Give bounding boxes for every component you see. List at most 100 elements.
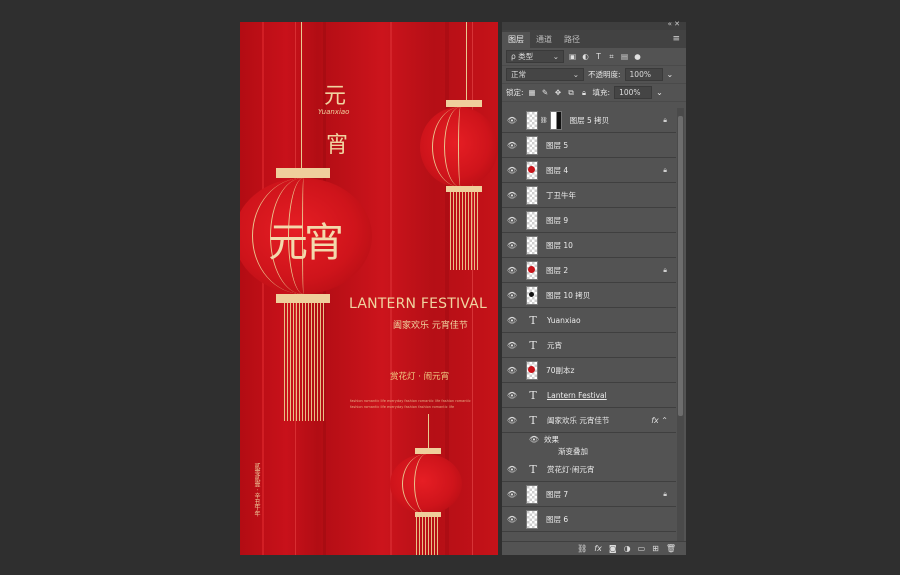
smart-filter-icon[interactable]: ▤ (620, 52, 629, 61)
shape-filter-icon[interactable]: ⌗ (607, 52, 616, 61)
layer-name: 图层 5 拷贝 (569, 115, 610, 125)
filter-toggle-icon[interactable]: ● (633, 52, 642, 61)
layer-row[interactable]: 👁︎ 图层 10 (502, 233, 676, 258)
blend-mode-select[interactable]: 正常 ⌄ (506, 68, 584, 81)
layer-name: 70副本z (546, 365, 575, 375)
layer-row[interactable]: 👁︎ 图层 9 (502, 208, 676, 233)
layer-name: Yuanxiao (547, 315, 581, 325)
new-layer-icon[interactable]: ⊞ (652, 544, 659, 553)
effect-visibility-icon[interactable]: 👁︎ (528, 435, 540, 444)
text-filter-icon[interactable]: T (594, 52, 603, 61)
visibility-eye-icon[interactable]: 👁︎ (506, 216, 518, 225)
visibility-eye-icon[interactable]: 👁︎ (506, 416, 518, 425)
visibility-eye-icon[interactable]: 👁︎ (506, 116, 518, 125)
scrollbar-thumb[interactable] (678, 116, 683, 416)
visibility-eye-icon[interactable]: 👁︎ (506, 490, 518, 499)
big-lantern: 元宵 (240, 168, 374, 468)
canvas-poster[interactable]: 元宵 元 Yuanxiao 宵 LANTERN FESTIVAL 阖家欢乐 元宵… (240, 22, 498, 555)
visibility-eye-icon[interactable]: 👁︎ (506, 391, 518, 400)
layer-row[interactable]: 👁︎ T 元宵 (502, 333, 676, 358)
small-line-2: fashion romantic life everyday fashion f… (350, 405, 455, 409)
layer-row[interactable]: 👁︎ 图层 5 (502, 133, 676, 158)
layer-name: 图层 5 (546, 140, 569, 150)
opacity-dropdown-icon[interactable]: ⌄ (667, 70, 674, 79)
layer-row[interactable]: 👁︎ 图层 4 🔒︎ (502, 158, 676, 183)
text-layer-icon: T (529, 413, 537, 427)
layers-scrollbar[interactable] (677, 108, 684, 541)
opacity-value: 100% (629, 70, 651, 79)
layer-name: 图层 10 (546, 240, 573, 250)
layer-row[interactable]: 👁︎ T Yuanxiao (502, 308, 676, 333)
layer-row[interactable]: 👁︎ 70副本z (502, 358, 676, 383)
visibility-eye-icon[interactable]: 👁︎ (506, 166, 518, 175)
layer-thumbnail (526, 509, 538, 529)
fx-icon[interactable]: fx (594, 544, 602, 553)
layer-row[interactable]: 👁︎ ⛓ 图层 5 拷贝 🔒︎ (502, 108, 676, 133)
tab-paths[interactable]: 路径 (558, 32, 586, 48)
visibility-eye-icon[interactable]: 👁︎ (506, 515, 518, 524)
fill-dropdown-icon[interactable]: ⌄ (656, 88, 663, 97)
lock-icon: 🔒︎ (663, 115, 667, 124)
lantern-string (466, 22, 467, 102)
visibility-eye-icon[interactable]: 👁︎ (506, 191, 518, 200)
folder-icon[interactable]: ▭ (638, 544, 646, 553)
lantern-string (301, 22, 302, 170)
layer-name: 图层 4 (546, 165, 569, 175)
lock-paint-icon[interactable]: ✎ (541, 88, 550, 97)
text-layer-icon: T (529, 313, 537, 327)
panel-menu-icon[interactable]: ≡ (672, 34, 680, 44)
adjustment-icon[interactable]: ◑ (624, 544, 631, 553)
title-bottom: 宵 (326, 133, 349, 158)
vertical-text: 贰零贰壹 · 辛丑牛年 (253, 463, 260, 517)
chinese-subtitle-2: 赏花灯 · 闹元宵 (390, 372, 450, 382)
script-word: Yuanxiao (318, 108, 350, 116)
layer-row[interactable]: 渐变叠加 (502, 445, 676, 457)
layer-row[interactable]: 👁︎ 图层 10 拷贝 (502, 283, 676, 308)
visibility-eye-icon[interactable]: 👁︎ (506, 341, 518, 350)
lock-move-icon[interactable]: ✥ (554, 88, 563, 97)
mask-icon[interactable]: ◙ (609, 544, 617, 553)
layer-row[interactable]: 👁︎ 效果 (502, 433, 676, 445)
mask-link-icon[interactable]: ⛓ (540, 117, 548, 124)
trash-icon[interactable]: 🗑︎ (666, 544, 676, 553)
visibility-eye-icon[interactable]: 👁︎ (506, 366, 518, 375)
opacity-input[interactable]: 100% (624, 68, 663, 81)
layer-row[interactable]: 👁︎ 图层 6 (502, 507, 676, 532)
image-filter-icon[interactable]: ▣ (568, 52, 577, 61)
layer-name: 元宵 (547, 340, 562, 350)
collapse-icon[interactable]: « ✕ (668, 20, 680, 28)
fill-input[interactable]: 100% (614, 86, 653, 99)
layer-mask-thumbnail[interactable] (549, 110, 562, 130)
adjust-filter-icon[interactable]: ◐ (581, 52, 590, 61)
layer-thumbnail (526, 484, 538, 504)
panel-tabs: 图层 通道 路径 ≡ (502, 30, 686, 48)
layer-row[interactable]: 👁︎ 丁丑牛年 (502, 183, 676, 208)
layer-row[interactable]: 👁︎ T 赏花灯·闹元宵 (502, 457, 676, 482)
layer-row[interactable]: 👁︎ T Lantern Festival (502, 383, 676, 408)
opacity-label: 不透明度: (588, 70, 621, 79)
layer-thumbnail (526, 260, 538, 280)
layer-row[interactable]: 👁︎ 图层 7 🔒︎ (502, 482, 676, 507)
link-icon[interactable]: ⛓ (577, 544, 587, 553)
visibility-eye-icon[interactable]: 👁︎ (506, 141, 518, 150)
layer-row[interactable]: 👁︎ 图层 2 🔒︎ (502, 258, 676, 283)
lock-transparent-icon[interactable]: ▦ (528, 88, 537, 97)
fx-badge-icon[interactable]: fx ⌃ (651, 416, 668, 425)
tab-channels[interactable]: 通道 (530, 32, 558, 48)
layer-name: 图层 6 (546, 514, 569, 524)
visibility-eye-icon[interactable]: 👁︎ (506, 291, 518, 300)
tab-layers[interactable]: 图层 (502, 32, 530, 48)
visibility-eye-icon[interactable]: 👁︎ (506, 316, 518, 325)
text-layer-icon: T (529, 462, 537, 476)
visibility-eye-icon[interactable]: 👁︎ (506, 266, 518, 275)
layer-thumbnail (526, 185, 538, 205)
visibility-eye-icon[interactable]: 👁︎ (506, 465, 518, 474)
lock-all-icon[interactable]: 🔒︎ (580, 88, 589, 97)
chinese-subtitle: 阖家欢乐 元宵佳节 (393, 321, 468, 331)
layer-row[interactable]: 👁︎ T 阖家欢乐 元宵佳节 fx ⌃ (502, 408, 676, 433)
visibility-eye-icon[interactable]: 👁︎ (506, 241, 518, 250)
filter-select[interactable]: ρ 类型 ⌄ (506, 50, 564, 63)
layer-name: 图层 2 (546, 265, 569, 275)
layer-thumbnail (526, 285, 538, 305)
lock-artboard-icon[interactable]: ⧉ (567, 88, 576, 97)
